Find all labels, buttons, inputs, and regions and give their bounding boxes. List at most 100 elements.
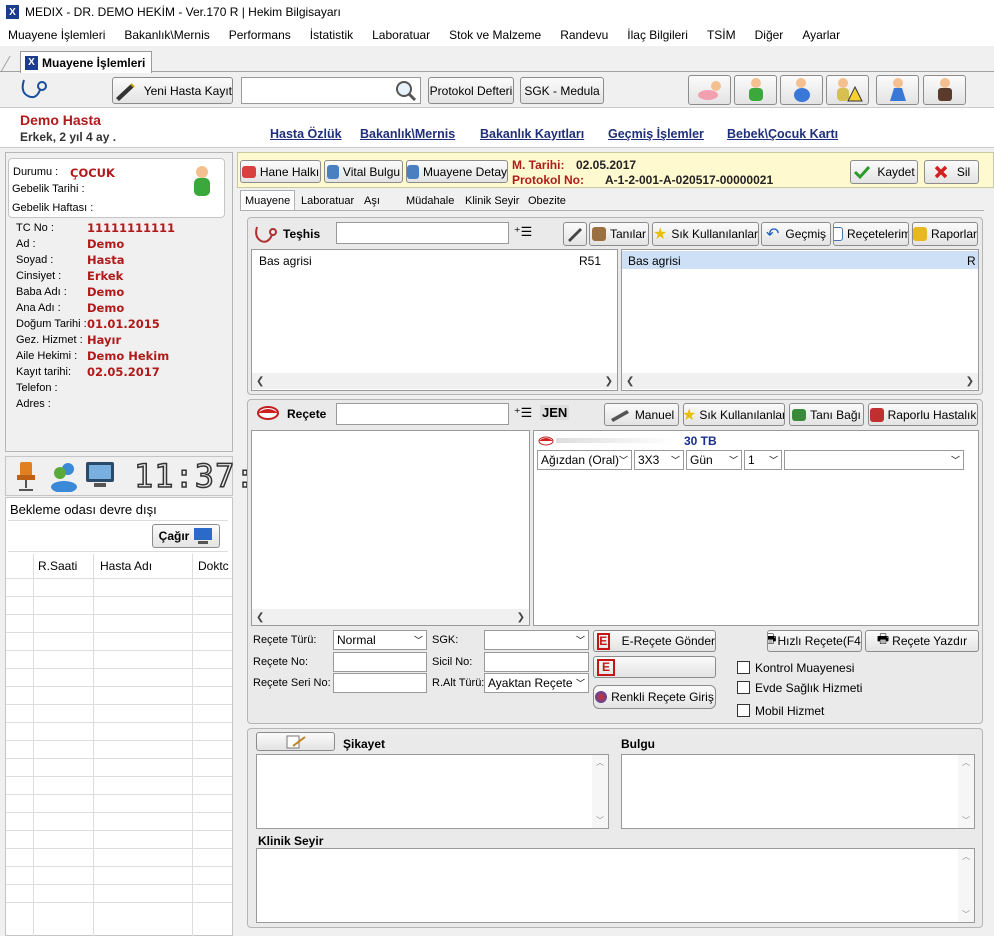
hane-halki-button[interactable]: Hane Halkı (240, 160, 321, 183)
drug-list-hscroll[interactable]: ❮ ❯ (252, 609, 529, 625)
alt-turu-select[interactable]: Ayaktan Reçete ﹀ (484, 673, 589, 693)
extra-select[interactable]: ﹀ (784, 450, 964, 470)
tani-bagi-button[interactable]: Tanı Bağı (789, 403, 864, 426)
bulgu-scroll-up-icon[interactable]: ︿ (962, 757, 970, 768)
menu-istatistik[interactable]: İstatistik (310, 26, 353, 44)
scroll-right-icon-2[interactable]: ❯ (966, 376, 974, 387)
tab-klinik-seyir[interactable]: Klinik Seyir (461, 192, 523, 210)
diagnosis-right-code[interactable]: R (967, 254, 976, 268)
muayene-detay-button[interactable]: Muayene Detay (406, 160, 508, 183)
call-button[interactable]: Çağır (152, 524, 220, 548)
mobil-hizmet-checkbox[interactable] (737, 704, 750, 717)
col-hasta-adi[interactable]: Hasta Adı (100, 559, 152, 573)
recete-seri-input[interactable] (333, 673, 427, 693)
count-select[interactable]: 1 ﹀ (744, 450, 782, 470)
scroll-right-icon[interactable]: ❯ (605, 376, 613, 387)
menu-tsim[interactable]: TSİM (707, 26, 736, 44)
drug-scroll-left-icon[interactable]: ❮ (256, 612, 264, 623)
jen-label[interactable]: JEN (540, 405, 570, 420)
diagnosis-search-input[interactable] (336, 222, 509, 244)
baby-button[interactable] (688, 75, 731, 105)
bulgu-vscroll[interactable]: ︿ ﹀ (958, 755, 974, 828)
kontrol-muayenesi-label[interactable]: Kontrol Muayenesi (755, 661, 854, 675)
kontrol-muayenesi-checkbox[interactable] (737, 661, 750, 674)
drug-list[interactable] (251, 430, 530, 626)
reports-button[interactable]: Raporlar (912, 222, 978, 246)
klinik-scroll-down-icon[interactable]: ﹀ (962, 909, 970, 920)
patient-search-input[interactable] (241, 77, 421, 104)
period-select[interactable]: Gün ﹀ (686, 450, 742, 470)
renkli-recete-button[interactable]: Renkli Reçete Giriş (593, 685, 716, 709)
sikayet-template-button[interactable] (256, 732, 335, 751)
diagnosis-right-hscroll[interactable]: ❮ ❯ (622, 373, 978, 389)
diagnosis-left-name[interactable]: Bas agrisi (259, 254, 312, 268)
new-patient-button[interactable]: Yeni Hasta Kayıt (112, 77, 233, 104)
woman-button[interactable] (876, 75, 919, 105)
sicil-input[interactable] (484, 652, 589, 672)
klinik-vscroll[interactable]: ︿ ﹀ (958, 849, 974, 922)
scroll-left-icon[interactable]: ❮ (256, 376, 264, 387)
prescription-search-input[interactable] (336, 403, 509, 425)
menu-bakanlik[interactable]: Bakanlık\Mernis (124, 26, 209, 44)
drug-scroll-right-icon[interactable]: ❯ (517, 612, 525, 623)
link-bebek-cocuk-karti[interactable]: Bebek\Çocuk Kartı (727, 127, 838, 141)
e-recete-status-button[interactable]: E (593, 656, 716, 678)
diagnosis-right-name[interactable]: Bas agrisi (628, 254, 681, 268)
col-r-saati[interactable]: R.Saati (38, 559, 77, 573)
mobil-hizmet-label[interactable]: Mobil Hizmet (755, 704, 824, 718)
link-bakanlik-kayitlari[interactable]: Bakanlık Kayıtları (480, 127, 584, 141)
tab-obezite[interactable]: Obezite (524, 192, 570, 210)
menu-diger[interactable]: Diğer (755, 26, 784, 44)
klinik-seyir-textarea[interactable] (256, 848, 975, 923)
col-doktor[interactable]: Doktc (198, 559, 229, 573)
add-list-icon[interactable]: ⁺☰ (513, 224, 533, 242)
menu-muayene[interactable]: Muayene İşlemleri (8, 26, 105, 44)
tab-mudahale[interactable]: Müdahale (402, 192, 458, 210)
scroll-left-icon-2[interactable]: ❮ (626, 376, 634, 387)
menu-stok[interactable]: Stok ve Malzeme (449, 26, 541, 44)
sikayet-scroll-down-icon[interactable]: ﹀ (596, 815, 604, 826)
tab-muayene[interactable]: Muayene (240, 190, 296, 210)
recete-turu-select[interactable]: Normal ﹀ (333, 630, 427, 650)
diagnosis-list-right[interactable] (621, 249, 979, 391)
vital-bulgu-button[interactable]: Vital Bulgu (324, 160, 403, 183)
hizli-recete-button[interactable]: 🖶Hızlı Reçete(F4) (767, 630, 862, 652)
sikayet-vscroll[interactable]: ︿ ﹀ (592, 755, 608, 828)
rx-favorites-button[interactable]: ★ Sık Kullanılanlar (683, 403, 785, 426)
diagnosis-left-code[interactable]: R51 (579, 254, 601, 268)
diagnosis-left-hscroll[interactable]: ❮ ❯ (252, 373, 617, 389)
link-gecmis-islemler[interactable]: Geçmiş İşlemler (608, 127, 704, 141)
raporlu-hastalik-button[interactable]: Raporlu Hastalık (868, 403, 978, 426)
child-button[interactable] (734, 75, 777, 105)
menu-ayarlar[interactable]: Ayarlar (802, 26, 840, 44)
search-icon[interactable] (395, 80, 417, 102)
delete-button[interactable]: Sil (924, 160, 979, 184)
tab-asi[interactable]: Aşı (360, 192, 384, 210)
recete-no-input[interactable] (333, 652, 427, 672)
diagnosis-pen-button[interactable] (563, 222, 587, 246)
dose-select[interactable]: 3X3 ﹀ (634, 450, 684, 470)
e-recete-button[interactable]: E E-Reçete Gönder (593, 630, 716, 652)
bulgu-scroll-down-icon[interactable]: ﹀ (962, 815, 970, 826)
tab-muayene-islemleri[interactable]: X Muayene İşlemleri (20, 51, 152, 73)
tab-laboratuar[interactable]: Laboratuar (297, 192, 358, 210)
diagnosis-list-left[interactable] (251, 249, 618, 391)
menu-randevu[interactable]: Randevu (560, 26, 608, 44)
evde-saglik-label[interactable]: Evde Sağlık Hizmeti (755, 681, 862, 695)
sikayet-scroll-up-icon[interactable]: ︿ (596, 757, 604, 768)
history-button[interactable]: ↶ Geçmiş (761, 222, 831, 246)
link-hasta-ozluk[interactable]: Hasta Özlük (270, 127, 342, 141)
risk-button[interactable] (826, 75, 869, 105)
manual-button[interactable]: Manuel (604, 403, 679, 426)
add-drug-icon[interactable]: ⁺☰ (513, 405, 533, 423)
sikayet-textarea[interactable] (256, 754, 609, 829)
route-select[interactable]: Ağızdan (Oral) ﹀ (537, 450, 632, 470)
pregnant-button[interactable] (780, 75, 823, 105)
elderly-button[interactable] (923, 75, 966, 105)
sgk-select[interactable]: ﹀ (484, 630, 589, 650)
prescriptions-button[interactable]: Reçetelerim (833, 222, 909, 246)
recete-yazdir-button[interactable]: 🖶 Reçete Yazdır (865, 630, 979, 652)
tanilar-button[interactable]: Tanılar (589, 222, 649, 246)
evde-saglik-checkbox[interactable] (737, 681, 750, 694)
protocol-book-button[interactable]: Protokol Defteri (428, 77, 514, 104)
